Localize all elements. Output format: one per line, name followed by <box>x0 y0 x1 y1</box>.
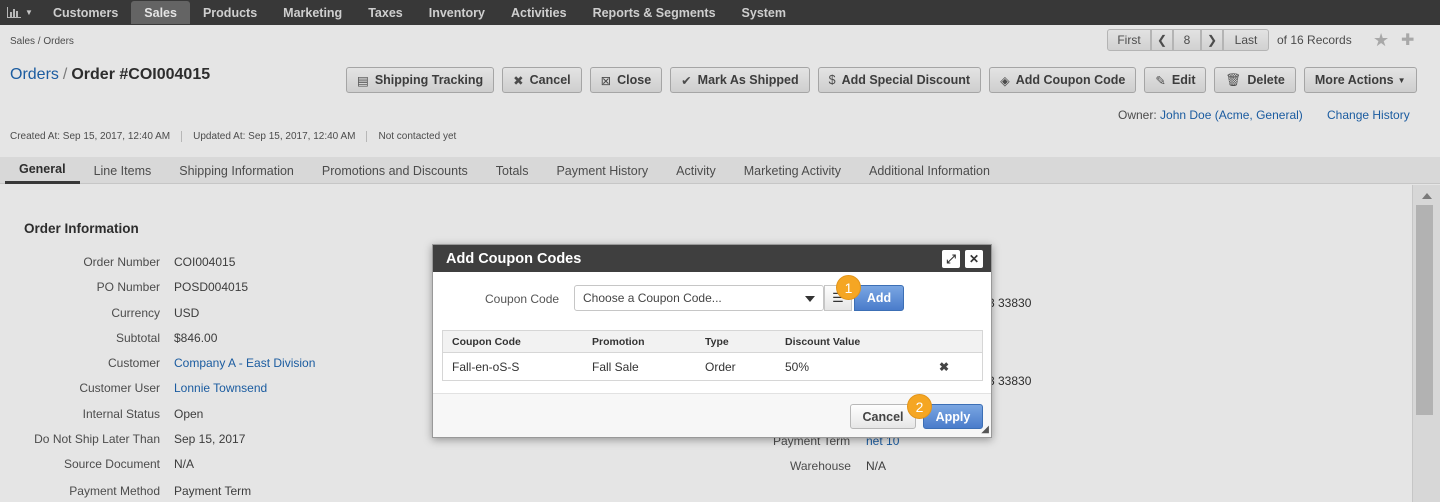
expand-icon: ⤢ <box>946 251 956 266</box>
column-discount-value: Discount Value <box>785 335 861 348</box>
table-header: Coupon Code Promotion Type Discount Valu… <box>443 331 982 353</box>
column-promotion: Promotion <box>592 335 645 348</box>
coupon-code-label: Coupon Code <box>485 292 560 306</box>
apply-button[interactable]: Apply <box>923 404 983 429</box>
column-type: Type <box>705 335 729 348</box>
close-icon: ✕ <box>968 252 980 266</box>
dialog-footer: Cancel Apply <box>433 393 991 437</box>
maximize-button[interactable]: ⤢ <box>942 250 960 268</box>
cell-discount-value: 50% <box>785 359 810 374</box>
coupon-code-select[interactable]: Choose a Coupon Code... <box>574 285 824 311</box>
dialog-header: Add Coupon Codes ⤢ ✕ <box>433 245 991 272</box>
cell-type: Order <box>705 359 736 374</box>
step-badge-2: 2 <box>907 394 932 419</box>
step-badge-1: 1 <box>836 275 861 300</box>
resize-handle-icon[interactable]: ◢ <box>981 424 989 435</box>
coupon-select-placeholder: Choose a Coupon Code... <box>583 291 722 305</box>
coupon-table: Coupon Code Promotion Type Discount Valu… <box>442 330 983 381</box>
cell-coupon-code: Fall-en-oS-S <box>452 359 520 374</box>
dialog-close-button[interactable]: ✕ <box>965 250 983 268</box>
column-coupon-code: Coupon Code <box>452 335 521 348</box>
remove-coupon-icon[interactable]: ✖ <box>939 360 949 374</box>
cell-promotion: Fall Sale <box>592 359 639 374</box>
dialog-title: Add Coupon Codes <box>446 250 582 267</box>
caret-down-icon <box>805 296 815 302</box>
table-row: Fall-en-oS-S Fall Sale Order 50% ✖ <box>443 353 982 380</box>
add-coupon-button[interactable]: Add <box>854 285 904 311</box>
